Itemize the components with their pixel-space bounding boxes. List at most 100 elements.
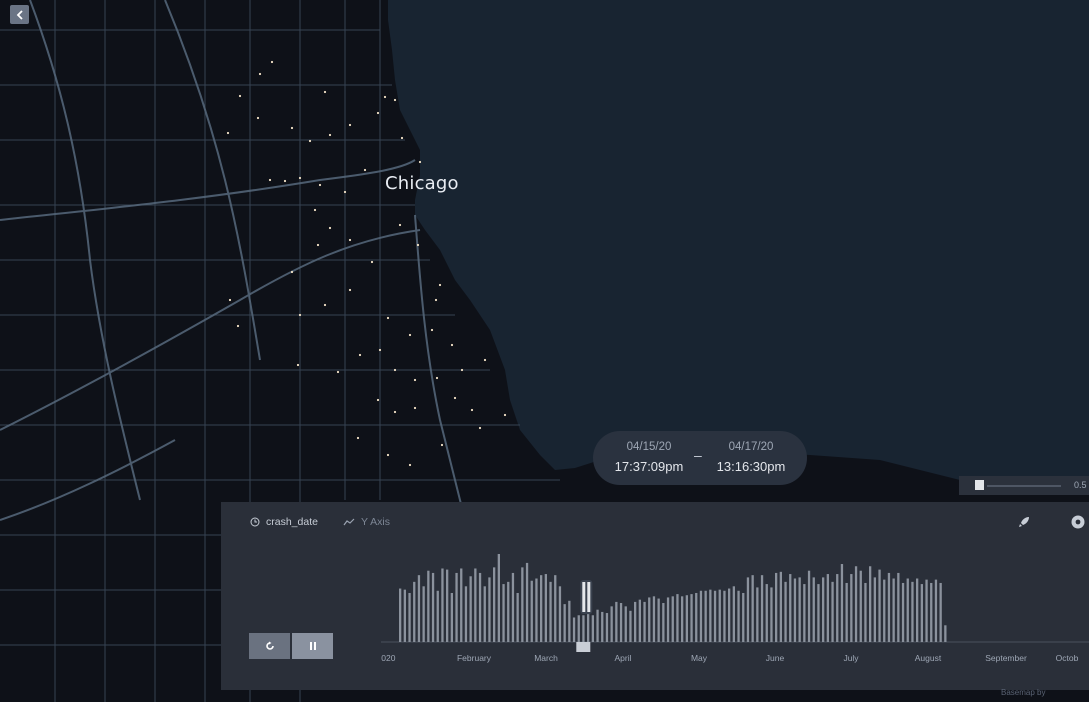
histogram-bar bbox=[582, 615, 585, 642]
histogram-bar bbox=[934, 579, 938, 642]
timeline-playhead[interactable] bbox=[576, 642, 591, 652]
histogram-bar bbox=[507, 581, 510, 642]
histogram-bar bbox=[840, 564, 844, 642]
rocket-icon[interactable] bbox=[1017, 515, 1031, 529]
histogram-bar bbox=[751, 575, 754, 642]
range-start-date: 04/15/20 bbox=[626, 441, 672, 453]
histogram-bar bbox=[619, 603, 623, 642]
range-end-time: 13:16:30pm bbox=[716, 459, 786, 474]
histogram-bar bbox=[558, 586, 562, 642]
histogram-bar bbox=[525, 562, 529, 642]
range-brush-grip[interactable] bbox=[582, 582, 586, 612]
histogram-bar bbox=[850, 574, 853, 642]
histogram-bar bbox=[864, 582, 867, 642]
histogram-bar bbox=[554, 575, 557, 642]
histogram-bar bbox=[944, 625, 947, 642]
y-axis-selector[interactable]: Y Axis bbox=[343, 516, 390, 528]
histogram-bar bbox=[662, 603, 665, 642]
histogram-bar bbox=[873, 577, 876, 642]
histogram-bar bbox=[803, 584, 806, 642]
histogram-bar bbox=[699, 590, 703, 642]
histogram-bar bbox=[568, 600, 571, 642]
histogram-bar bbox=[563, 604, 566, 642]
histogram-bar bbox=[436, 590, 439, 642]
histogram-bar bbox=[422, 586, 425, 642]
histogram-bar bbox=[930, 582, 933, 642]
histogram-bar bbox=[450, 592, 453, 642]
histogram-x-label: May bbox=[691, 653, 708, 663]
histogram-bar bbox=[685, 595, 688, 642]
histogram-bar bbox=[474, 568, 477, 642]
histogram-bar bbox=[652, 596, 656, 642]
histogram-bar bbox=[408, 592, 411, 642]
histogram-bar bbox=[399, 588, 402, 642]
histogram-bar bbox=[920, 584, 923, 642]
histogram-bar bbox=[798, 577, 801, 642]
histogram-bar bbox=[643, 601, 646, 642]
histogram-bar bbox=[690, 594, 693, 642]
range-brush-grip[interactable] bbox=[587, 582, 591, 612]
histogram-bar bbox=[417, 575, 421, 642]
histogram-x-label: April bbox=[614, 653, 631, 663]
histogram-bar bbox=[770, 587, 773, 642]
pause-button[interactable] bbox=[292, 633, 333, 659]
histogram-bar bbox=[817, 584, 820, 642]
reset-button[interactable] bbox=[249, 633, 290, 659]
histogram-bar bbox=[901, 582, 905, 642]
histogram-bar bbox=[709, 589, 712, 642]
histogram-bar bbox=[779, 571, 782, 642]
histogram-bar bbox=[911, 581, 914, 642]
histogram-bar bbox=[638, 599, 641, 642]
time-histogram[interactable]: 2020 February March April May June July August S… bbox=[381, 542, 1089, 672]
histogram-x-label: March bbox=[534, 653, 558, 663]
clock-icon bbox=[250, 517, 260, 527]
histogram-bar bbox=[826, 574, 829, 642]
histogram-bar bbox=[441, 568, 444, 642]
histogram-bar bbox=[521, 567, 524, 642]
histogram-bar bbox=[446, 569, 449, 642]
histogram-bar bbox=[460, 568, 463, 642]
histogram-bar bbox=[897, 572, 900, 642]
histogram-x-label: August bbox=[915, 653, 942, 663]
time-field-label: crash_date bbox=[266, 516, 318, 528]
histogram-bar bbox=[431, 572, 435, 642]
time-playback-panel: crash_date Y Axis 2020 February March April… bbox=[221, 502, 1089, 690]
histogram-bar bbox=[812, 577, 815, 642]
histogram-bar bbox=[671, 596, 674, 642]
histogram-bar bbox=[535, 578, 538, 642]
pause-icon bbox=[309, 642, 316, 650]
histogram-bar bbox=[455, 572, 458, 642]
histogram-bar bbox=[883, 579, 886, 642]
histogram-bar bbox=[732, 586, 735, 642]
histogram-bar bbox=[845, 582, 848, 642]
trend-line-icon bbox=[343, 518, 355, 526]
histogram-x-label: July bbox=[843, 653, 859, 663]
histogram-bar bbox=[784, 581, 787, 642]
histogram-bar bbox=[610, 606, 613, 642]
histogram-bar bbox=[572, 617, 576, 642]
histogram-bar bbox=[859, 570, 862, 642]
histogram-bar bbox=[742, 592, 745, 642]
time-field-selector[interactable]: crash_date bbox=[250, 516, 318, 528]
settings-icon[interactable] bbox=[1071, 515, 1085, 529]
histogram-bar bbox=[906, 578, 909, 642]
histogram-bar bbox=[502, 584, 505, 642]
histogram-bar bbox=[657, 598, 660, 642]
histogram-bar bbox=[403, 589, 406, 642]
speed-track[interactable] bbox=[987, 485, 1061, 487]
histogram-bar bbox=[746, 577, 750, 642]
histogram-bar bbox=[836, 574, 839, 642]
histogram-bar bbox=[530, 580, 533, 642]
collapse-sidebar-button[interactable] bbox=[10, 5, 29, 24]
speed-slider-handle[interactable] bbox=[975, 480, 984, 490]
range-brush[interactable] bbox=[580, 580, 593, 614]
histogram-bar bbox=[666, 597, 670, 642]
histogram-bar bbox=[488, 577, 491, 642]
histogram-bar bbox=[676, 594, 679, 642]
histogram-bar bbox=[624, 606, 627, 642]
histogram-bar bbox=[413, 581, 416, 642]
histogram-bar bbox=[854, 566, 858, 642]
city-label: Chicago bbox=[385, 173, 459, 194]
histogram-x-label: June bbox=[766, 653, 785, 663]
histogram-bar bbox=[728, 588, 731, 642]
